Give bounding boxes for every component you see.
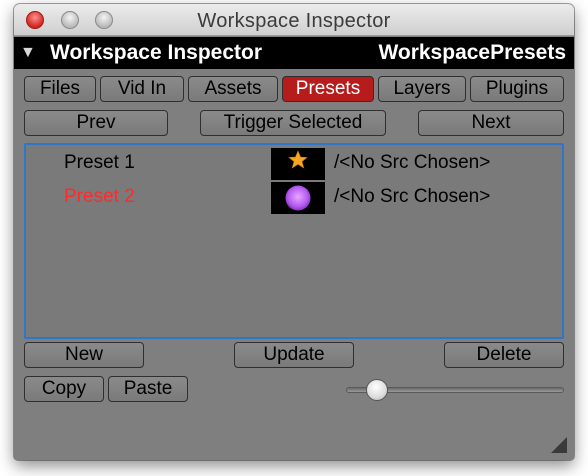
tab-presets[interactable]: Presets [282,76,374,102]
list-item[interactable]: Preset 1 /<No Src Chosen> [26,147,562,181]
inspector-header: ▼ Workspace Inspector WorkspacePresets [14,37,574,69]
paste-button[interactable]: Paste [108,376,188,402]
tab-layers[interactable]: Layers [378,76,466,102]
orange-star-icon [288,150,308,169]
workspace-inspector-window: Workspace Inspector ▼ Workspace Inspecto… [14,4,574,460]
preset-source: /<No Src Chosen> [334,152,491,173]
preset-name: Preset 1 [64,152,135,173]
preset-source: /<No Src Chosen> [334,186,491,207]
trigger-selected-button[interactable]: Trigger Selected [200,110,386,136]
preset-name: Preset 2 [64,186,135,207]
update-button[interactable]: Update [234,342,354,368]
disclosure-triangle-icon[interactable]: ▼ [20,44,36,62]
next-button[interactable]: Next [418,110,564,136]
copy-button[interactable]: Copy [24,376,104,402]
title-bar[interactable]: Workspace Inspector [14,4,574,36]
tab-files[interactable]: Files [24,76,96,102]
new-button[interactable]: New [24,342,144,368]
resize-grip-icon[interactable] [550,436,568,454]
window-title: Workspace Inspector [197,10,391,32]
tab-assets[interactable]: Assets [188,76,278,102]
preset-thumbnail [271,148,325,180]
header-section-label: WorkspacePresets [378,41,566,64]
presets-list[interactable]: Preset 1 /<No Src Chosen> Preset 2 /<No … [24,143,564,339]
slider-thumb[interactable] [365,379,388,401]
tab-plugins[interactable]: Plugins [470,76,564,102]
delete-button[interactable]: Delete [444,342,564,368]
header-title: Workspace Inspector [50,41,263,64]
tab-vid-in[interactable]: Vid In [100,76,184,102]
purple-circle-icon [285,185,311,211]
list-item[interactable]: Preset 2 /<No Src Chosen> [26,181,562,215]
prev-button[interactable]: Prev [24,110,168,136]
preset-thumbnail [271,182,325,214]
